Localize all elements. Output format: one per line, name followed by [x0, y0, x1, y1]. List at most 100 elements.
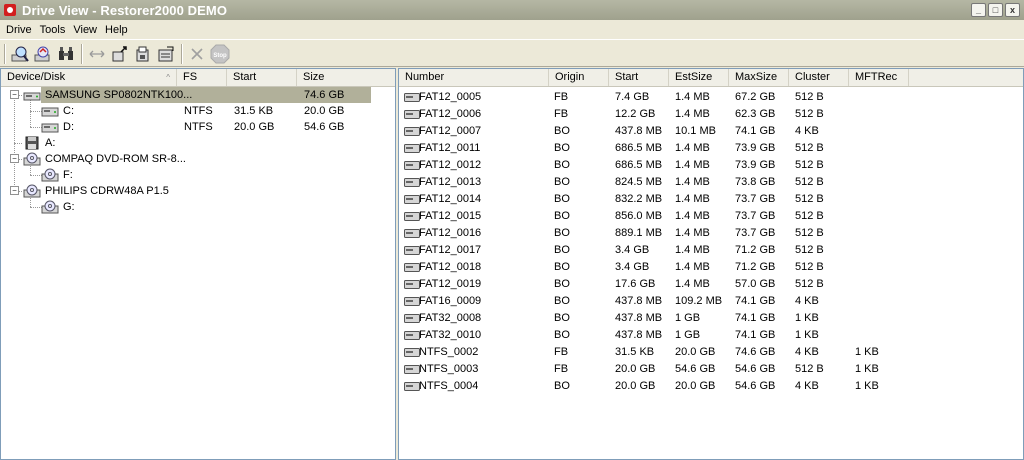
partition-start: 31.5 KB: [615, 346, 655, 358]
column-header-number[interactable]: Number: [399, 69, 549, 86]
partition-start: 437.8 MB: [615, 295, 663, 307]
save-region-button[interactable]: [132, 43, 153, 65]
column-header-origin[interactable]: Origin: [549, 69, 609, 86]
partition-cluster: 512 B: [795, 261, 824, 273]
partition-number: FAT16_0009: [419, 295, 482, 307]
partition-start: 437.8 MB: [615, 125, 663, 137]
table-row[interactable]: FAT12_0015 BO 856.0 MB 1.4 MB 73.7 GB 512 B: [399, 208, 1023, 225]
link-button[interactable]: [86, 43, 107, 65]
export-region-button[interactable]: [155, 43, 176, 65]
partition-icon: [404, 246, 420, 255]
partition-origin: BO: [554, 244, 570, 256]
table-row[interactable]: FAT12_0019 BO 17.6 GB 1.4 MB 57.0 GB 512 B: [399, 276, 1023, 293]
column-header-estsize[interactable]: EstSize: [669, 69, 729, 86]
column-header-start[interactable]: Start: [609, 69, 669, 86]
column-header-maxsize[interactable]: MaxSize: [729, 69, 789, 86]
partition-number: FAT12_0006: [419, 108, 482, 120]
partition-number: NTFS_0002: [419, 346, 479, 358]
delete-icon: [190, 47, 203, 60]
tree-node[interactable]: COMPAQ DVD-ROM SR-8...: [41, 151, 186, 167]
partition-origin: BO: [554, 210, 570, 222]
tree-node-label: PHILIPS CDRW48A P1.5: [45, 185, 169, 197]
collapse-toggle-icon[interactable]: −: [10, 90, 19, 99]
menu-tools[interactable]: Tools: [36, 24, 70, 36]
partition-estsize: 1 GB: [675, 329, 701, 341]
partition-origin: FB: [554, 91, 569, 103]
hard-disk-icon: [23, 88, 41, 105]
partition-cluster: 4 KB: [795, 380, 819, 392]
partition-number: NTFS_0004: [419, 380, 479, 392]
collapse-toggle-icon[interactable]: −: [10, 154, 19, 163]
partition-list-pane[interactable]: Number Origin Start EstSize MaxSize Clus…: [398, 68, 1024, 460]
app-logo-icon: [3, 3, 17, 17]
find-files-icon: [58, 46, 73, 60]
find-files-button[interactable]: [55, 43, 76, 65]
scan-disk-button[interactable]: [32, 43, 53, 65]
tree-node[interactable]: A:: [41, 135, 181, 151]
partition-origin: BO: [554, 159, 570, 171]
partition-icon: [404, 144, 420, 153]
partition-origin: FB: [554, 108, 569, 120]
partition-origin: BO: [554, 312, 570, 324]
partition-start: 7.4 GB: [615, 91, 650, 103]
maximize-button[interactable]: □: [988, 3, 1003, 17]
table-row[interactable]: FAT32_0010 BO 437.8 MB 1 GB 74.1 GB 1 KB: [399, 327, 1023, 344]
table-row[interactable]: FAT12_0011 BO 686.5 MB 1.4 MB 73.9 GB 512 B: [399, 140, 1023, 157]
partition-origin: FB: [554, 346, 569, 358]
menu-help[interactable]: Help: [101, 24, 132, 36]
tree-node[interactable]: D:: [59, 119, 199, 135]
tree-node[interactable]: PHILIPS CDRW48A P1.5: [41, 183, 181, 199]
menu-view[interactable]: View: [69, 24, 101, 36]
table-row[interactable]: FAT12_0017 BO 3.4 GB 1.4 MB 71.2 GB 512 B: [399, 242, 1023, 259]
partition-maxsize: 74.1 GB: [735, 295, 776, 307]
table-row[interactable]: FAT16_0009 BO 437.8 MB 109.2 MB 74.1 GB 4 KB: [399, 293, 1023, 310]
partition-icon: [404, 297, 420, 306]
table-row[interactable]: FAT12_0016 BO 889.1 MB 1.4 MB 73.7 GB 512 B: [399, 225, 1023, 242]
collapse-toggle-icon[interactable]: −: [10, 186, 19, 195]
tree-node[interactable]: G:: [59, 199, 199, 215]
partition-origin: BO: [554, 329, 570, 341]
table-row[interactable]: NTFS_0002 FB 31.5 KB 20.0 GB 74.6 GB 4 KB 1 KB: [399, 344, 1023, 361]
table-row[interactable]: FAT12_0013 BO 824.5 MB 1.4 MB 73.8 GB 512 B: [399, 174, 1023, 191]
table-row[interactable]: FAT12_0006 FB 12.2 GB 1.4 MB 62.3 GB 512 B: [399, 106, 1023, 123]
tree-node[interactable]: F:: [59, 167, 199, 183]
device-tree-pane[interactable]: Device/Disk ^ FS Start Size − SAMSUNG SP08…: [0, 68, 396, 460]
table-row[interactable]: FAT12_0018 BO 3.4 GB 1.4 MB 71.2 GB 512 B: [399, 259, 1023, 276]
column-header-start[interactable]: Start: [227, 69, 297, 86]
partition-maxsize: 74.1 GB: [735, 312, 776, 324]
partition-origin: BO: [554, 261, 570, 273]
search-disk-button[interactable]: [9, 43, 30, 65]
partition-maxsize: 73.9 GB: [735, 142, 776, 154]
table-row[interactable]: FAT12_0005 FB 7.4 GB 1.4 MB 67.2 GB 512 B: [399, 89, 1023, 106]
partition-icon: [404, 331, 420, 340]
device-tree-header: Device/Disk ^ FS Start Size: [1, 69, 395, 87]
menu-drive[interactable]: Drive: [2, 24, 36, 36]
column-header-size[interactable]: Size: [297, 69, 395, 86]
minimize-button[interactable]: _: [971, 3, 986, 17]
table-row[interactable]: FAT12_0014 BO 832.2 MB 1.4 MB 73.7 GB 512 B: [399, 191, 1023, 208]
partition-mftrec: 1 KB: [855, 380, 879, 392]
stop-icon: Stop: [210, 44, 229, 63]
title-bar[interactable]: Drive View - Restorer2000 DEMO _ □ x: [0, 0, 1024, 20]
partition-start: 20.0 GB: [615, 363, 656, 375]
column-header-fs[interactable]: FS: [177, 69, 227, 86]
partition-origin: BO: [554, 295, 570, 307]
open-region-button[interactable]: [109, 43, 130, 65]
partition-maxsize: 62.3 GB: [735, 108, 776, 120]
close-button[interactable]: x: [1005, 3, 1020, 17]
table-row[interactable]: FAT32_0008 BO 437.8 MB 1 GB 74.1 GB 1 KB: [399, 310, 1023, 327]
delete-button[interactable]: [186, 43, 207, 65]
tree-node-label: SAMSUNG SP0802NTK100...: [45, 89, 193, 101]
partition-origin: BO: [554, 125, 570, 137]
partition-number: FAT12_0018: [419, 261, 482, 273]
stop-button[interactable]: Stop: [209, 43, 230, 65]
tree-node[interactable]: C:: [59, 103, 199, 119]
table-row[interactable]: FAT12_0012 BO 686.5 MB 1.4 MB 73.9 GB 512 B: [399, 157, 1023, 174]
table-row[interactable]: NTFS_0004 BO 20.0 GB 20.0 GB 54.6 GB 4 KB 1 KB: [399, 378, 1023, 395]
partition-start: 824.5 MB: [615, 176, 663, 188]
column-header-cluster[interactable]: Cluster: [789, 69, 849, 86]
column-header-device[interactable]: Device/Disk ^: [1, 69, 177, 86]
table-row[interactable]: FAT12_0007 BO 437.8 MB 10.1 MB 74.1 GB 4 KB: [399, 123, 1023, 140]
table-row[interactable]: NTFS_0003 FB 20.0 GB 54.6 GB 54.6 GB 512 B 1 K…: [399, 361, 1023, 378]
column-header-mftrec[interactable]: MFTRec: [849, 69, 909, 86]
